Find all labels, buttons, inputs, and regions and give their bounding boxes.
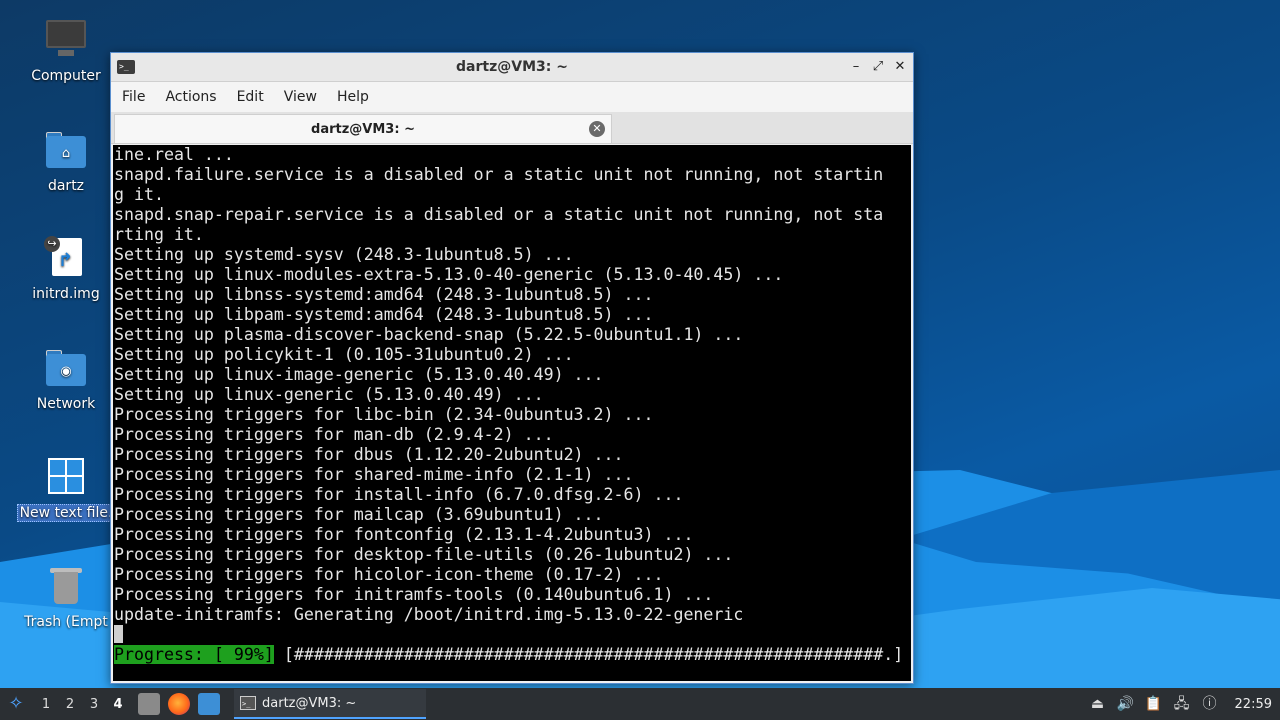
clipboard-icon[interactable]: 📋 (1145, 695, 1163, 713)
terminal-line: snapd.snap-repair.service is a disabled … (114, 205, 884, 224)
volume-icon[interactable]: 🔊 (1117, 695, 1135, 713)
firefox-icon[interactable] (168, 693, 190, 715)
task-label: dartz@VM3: ~ (262, 695, 357, 711)
workspace-1[interactable]: 1 (34, 697, 58, 712)
desktop-icon-network[interactable]: ◉ Network (16, 346, 116, 412)
progress-line: Progress: [ 99%] [######################… (114, 645, 911, 665)
desktop-icon-initrd[interactable]: ↱ ↪ initrd.img (16, 236, 116, 302)
show-desktop-icon[interactable] (198, 693, 220, 715)
terminal-line: Setting up libpam-systemd:amd64 (248.3-1… (114, 305, 654, 324)
terminal-line: Processing triggers for shared-mime-info… (114, 465, 634, 484)
terminal-line: Setting up systemd-sysv (248.3-1ubuntu8.… (114, 245, 574, 264)
terminal-line: Processing triggers for initramfs-tools … (114, 585, 714, 604)
terminal-line: snapd.failure.service is a disabled or a… (114, 165, 884, 184)
terminal-lines: ine.real ... snapd.failure.service is a d… (114, 145, 911, 625)
tab-close-icon[interactable]: ✕ (589, 121, 605, 137)
terminal-output[interactable]: ine.real ... snapd.failure.service is a d… (113, 145, 911, 681)
window-controls: – ⤢ ✕ (849, 58, 907, 76)
network-icon[interactable]: 🖧 (1173, 695, 1191, 713)
terminal-line: Setting up linux-modules-extra-5.13.0-40… (114, 265, 784, 284)
file-manager-icon[interactable] (138, 693, 160, 715)
terminal-line: Setting up libnss-systemd:amd64 (248.3-1… (114, 285, 654, 304)
network-folder-icon: ◉ (44, 346, 88, 390)
text-cursor (114, 625, 123, 643)
taskbar-task-terminal[interactable]: >_ dartz@VM3: ~ (234, 689, 426, 719)
terminal-line: Processing triggers for man-db (2.9.4-2)… (114, 425, 554, 444)
cursor-line (114, 625, 911, 645)
terminal-window: >_ dartz@VM3: ~ – ⤢ ✕ File Actions Edit … (110, 52, 914, 684)
start-menu-icon[interactable]: ✧ (2, 690, 30, 718)
terminal-line: Setting up linux-generic (5.13.0.40.49) … (114, 385, 544, 404)
clock[interactable]: 22:59 (1235, 697, 1272, 712)
terminal-line: g it. (114, 185, 164, 204)
desktop-icon-label: initrd.img (32, 286, 100, 302)
terminal-line: Processing triggers for fontconfig (2.13… (114, 525, 694, 544)
trash-icon (44, 564, 88, 608)
window-title: dartz@VM3: ~ (456, 59, 568, 75)
close-button[interactable]: ✕ (893, 58, 907, 76)
menu-actions[interactable]: Actions (165, 89, 228, 105)
menu-file[interactable]: File (122, 89, 157, 105)
home-folder-icon: ⌂ (44, 128, 88, 172)
terminal-line: Processing triggers for dbus (1.12.20-2u… (114, 445, 624, 464)
tab-terminal[interactable]: dartz@VM3: ~ ✕ (114, 114, 612, 143)
terminal-line: Processing triggers for desktop-file-uti… (114, 545, 734, 564)
desktop-icon-trash[interactable]: Trash (Empt (16, 564, 116, 630)
desktop-icon-computer[interactable]: Computer (16, 18, 116, 84)
minimize-button[interactable]: – (849, 58, 863, 76)
tab-bar: dartz@VM3: ~ ✕ (111, 112, 913, 144)
terminal-line: rting it. (114, 225, 204, 244)
workspace-3[interactable]: 3 (82, 697, 106, 712)
terminal-line: Processing triggers for install-info (6.… (114, 485, 684, 504)
tab-label: dartz@VM3: ~ (311, 121, 415, 137)
desktop-icon-label: Computer (31, 68, 101, 84)
terminal-line: Setting up linux-image-generic (5.13.0.4… (114, 365, 604, 384)
desktop-icon-label: dartz (47, 178, 85, 194)
windows-logo-icon (44, 454, 88, 498)
eject-icon[interactable]: ⏏ (1089, 695, 1107, 713)
desktop-icon-new-text-file[interactable]: New text file. (16, 454, 116, 522)
maximize-button[interactable]: ⤢ (871, 58, 885, 76)
terminal-line: Processing triggers for libc-bin (2.34-0… (114, 405, 654, 424)
terminal-icon: >_ (240, 696, 256, 710)
desktop-icon-label: Trash (Empt (24, 614, 108, 630)
workspace-2[interactable]: 2 (58, 697, 82, 712)
menu-help[interactable]: Help (337, 89, 381, 105)
progress-bar: [#######################################… (273, 645, 904, 664)
symlink-file-icon: ↱ ↪ (44, 236, 88, 280)
terminal-line: Setting up plasma-discover-backend-snap … (114, 325, 744, 344)
system-tray: ⏏ 🔊 📋 🖧 ⓘ 22:59 (1089, 695, 1280, 713)
taskbar: ✧ 1 2 3 4 >_ dartz@VM3: ~ ⏏ 🔊 📋 🖧 ⓘ 22:5… (0, 688, 1280, 720)
menu-bar: File Actions Edit View Help (111, 82, 913, 112)
menu-edit[interactable]: Edit (237, 89, 276, 105)
computer-icon (44, 18, 88, 62)
terminal-line: update-initramfs: Generating /boot/initr… (114, 605, 744, 624)
menu-view[interactable]: View (284, 89, 329, 105)
notification-icon[interactable]: ⓘ (1201, 695, 1219, 713)
terminal-line: Processing triggers for hicolor-icon-the… (114, 565, 664, 584)
desktop-icon-label: New text file. (16, 504, 116, 522)
terminal-line: ine.real ... (114, 145, 234, 164)
window-titlebar[interactable]: >_ dartz@VM3: ~ – ⤢ ✕ (111, 53, 913, 82)
terminal-line: Processing triggers for mailcap (3.69ubu… (114, 505, 604, 524)
progress-label: Progress: [ 99%] (114, 645, 274, 664)
workspace-4[interactable]: 4 (106, 697, 130, 712)
desktop-icon-label: Network (36, 396, 96, 412)
desktop-icon-home[interactable]: ⌂ dartz (16, 128, 116, 194)
terminal-icon: >_ (117, 60, 135, 74)
terminal-line: Setting up policykit-1 (0.105-31ubuntu0.… (114, 345, 574, 364)
